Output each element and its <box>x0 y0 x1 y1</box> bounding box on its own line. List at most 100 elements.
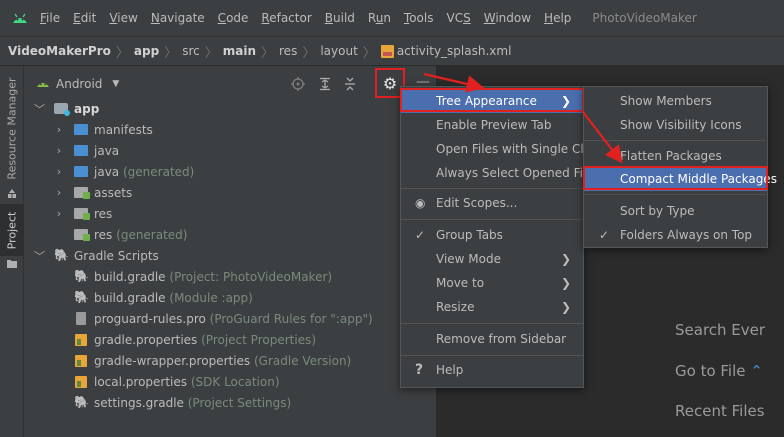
tree-item-app[interactable]: ﹀ app <box>24 98 436 119</box>
breadcrumb-separator: 〉 <box>115 45 129 61</box>
tree-item-hint: (generated) <box>116 227 188 242</box>
menu-item-label: Open Files with Single Click <box>436 142 601 156</box>
menu-item-move-to[interactable]: Move to ❯ <box>401 271 583 295</box>
tree-item-proguard[interactable]: proguard-rules.pro (ProGuard Rules for "… <box>24 308 436 329</box>
menu-item-label: Help <box>436 363 464 377</box>
menu-item-label: Folders Always on Top <box>620 228 753 242</box>
menu-code[interactable]: Code <box>218 11 249 25</box>
tree-item-label: Gradle Scripts <box>74 248 159 263</box>
tree-item-label-wrap: res (generated) <box>94 228 187 242</box>
breadcrumb-separator: 〉 <box>302 45 316 61</box>
menu-item-resize[interactable]: Resize ❯ <box>401 295 583 319</box>
menu-run[interactable]: Run <box>368 11 391 25</box>
module-folder-icon <box>54 103 70 116</box>
tree-item-label: settings.gradle <box>94 395 184 410</box>
menu-vcs[interactable]: VCS <box>447 11 471 25</box>
tree-item-build-gradle-module[interactable]: 🐘 build.gradle (Module :app) <box>24 287 436 308</box>
menu-item-help[interactable]: ? Help <box>401 358 583 382</box>
chevron-right-icon[interactable]: › <box>54 144 64 157</box>
tree-item-label: res <box>94 206 113 221</box>
chevron-down-icon[interactable]: ﹀ <box>34 101 45 117</box>
tree-item-local-properties[interactable]: local.properties (SDK Location) <box>24 371 436 392</box>
menu-separator <box>401 219 583 220</box>
menu-window[interactable]: Window <box>484 11 531 25</box>
tree-item-hint: (Project: PhotoVideoMaker) <box>169 269 333 284</box>
menu-item-open-single-click[interactable]: Open Files with Single Click <box>401 137 601 161</box>
tree-item-build-gradle-project[interactable]: 🐘 build.gradle (Project: PhotoVideoMaker… <box>24 266 436 287</box>
chevron-right-icon[interactable]: › <box>54 123 64 136</box>
project-view-selector[interactable]: Android <box>56 77 102 91</box>
chevron-down-icon[interactable]: ▼ <box>112 79 119 89</box>
gradle-icon: 🐘 <box>74 269 89 283</box>
tree-item-settings-gradle[interactable]: 🐘 settings.gradle (Project Settings) <box>24 392 436 413</box>
project-tab-label: Project <box>5 211 19 249</box>
window-project-name: PhotoVideoMaker <box>592 11 697 25</box>
tree-item-label-wrap: build.gradle (Module :app) <box>94 291 253 305</box>
tree-item-java-generated[interactable]: › java (generated) <box>24 161 436 182</box>
res-folder-icon <box>74 229 90 241</box>
tree-item-hint: (generated) <box>122 164 195 179</box>
menu-navigate[interactable]: Navigate <box>151 11 205 25</box>
tree-item-assets[interactable]: › assets <box>24 182 436 203</box>
menu-item-label: Resize <box>436 300 475 314</box>
chevron-right-icon[interactable]: › <box>54 207 64 220</box>
tree-item-gradle-wrapper[interactable]: gradle-wrapper.properties (Gradle Versio… <box>24 350 436 371</box>
menu-item-remove-from-sidebar[interactable]: Remove from Sidebar <box>401 327 583 351</box>
breadcrumb-item-file[interactable]: activity_splash.xml <box>397 44 512 58</box>
menu-refactor[interactable]: Refactor <box>261 11 311 25</box>
recent-files-hint: Recent Files <box>675 402 765 420</box>
expand-all-icon[interactable] <box>317 76 333 92</box>
res-folder-icon <box>74 208 90 220</box>
tree-item-res[interactable]: › res <box>24 203 436 224</box>
breadcrumb-item-layout[interactable]: layout <box>320 44 357 58</box>
tree-item-manifests[interactable]: › manifests <box>24 119 436 140</box>
tree-item-gradle-properties[interactable]: gradle.properties (Project Properties) <box>24 329 436 350</box>
breadcrumb-item-src[interactable]: src <box>182 44 200 58</box>
breadcrumb-item-project[interactable]: VideoMakerPro <box>8 44 111 58</box>
menu-item-label: Sort by Type <box>620 204 695 218</box>
shortcut-icon: ⌃ <box>750 362 763 380</box>
tree-item-label-wrap: proguard-rules.pro (ProGuard Rules for "… <box>94 312 373 326</box>
gradle-icon: 🐘 <box>74 395 89 409</box>
menu-edit[interactable]: Edit <box>73 11 96 25</box>
menu-item-label: Always Select Opened File <box>436 166 594 180</box>
menu-build[interactable]: Build <box>325 11 355 25</box>
menu-item-view-mode[interactable]: View Mode ❯ <box>401 247 583 271</box>
go-to-file-hint: Go to File ⌃ <box>675 362 763 380</box>
breadcrumb-item-app[interactable]: app <box>134 44 159 58</box>
menu-tools[interactable]: Tools <box>404 11 434 25</box>
menu-item-always-select-opened[interactable]: Always Select Opened File <box>401 161 594 185</box>
tree-item-java[interactable]: › java <box>24 140 436 161</box>
menu-item-group-tabs[interactable]: ✓ Group Tabs <box>401 223 583 247</box>
chevron-down-icon[interactable]: ﹀ <box>34 248 45 264</box>
menu-item-show-members[interactable]: Show Members <box>584 89 767 113</box>
menu-item-folders-always-on-top[interactable]: ✓ Folders Always on Top <box>584 223 767 247</box>
tree-item-label: build.gradle <box>94 290 166 305</box>
breadcrumb-item-main[interactable]: main <box>223 44 256 58</box>
tree-item-label: java <box>94 143 120 158</box>
menu-item-enable-preview-tab[interactable]: Enable Preview Tab <box>401 113 583 137</box>
menu-item-edit-scopes[interactable]: ◉ Edit Scopes... <box>401 191 583 215</box>
breadcrumb-item-res[interactable]: res <box>279 44 297 58</box>
menu-file[interactable]: File <box>40 11 60 25</box>
chevron-right-icon[interactable]: › <box>54 186 64 199</box>
menu-help[interactable]: Help <box>544 11 571 25</box>
properties-file-icon <box>75 375 87 388</box>
resource-manager-tab[interactable]: Resource Manager <box>0 70 24 186</box>
tree-item-label: java <box>94 164 120 179</box>
checkmark-icon: ✓ <box>415 228 426 242</box>
menu-item-flatten-packages[interactable]: Flatten Packages <box>584 144 767 168</box>
locate-file-icon[interactable] <box>290 76 306 92</box>
tree-item-gradle-scripts[interactable]: ﹀ 🐘 Gradle Scripts <box>24 245 436 266</box>
search-everywhere-hint: Search Ever <box>675 321 766 339</box>
menu-item-sort-by-type[interactable]: Sort by Type <box>584 199 767 223</box>
collapse-all-icon[interactable] <box>342 76 358 92</box>
project-tab[interactable]: Project <box>0 204 24 256</box>
tree-item-label: gradle.properties <box>94 332 198 347</box>
tree-item-res-generated[interactable]: res (generated) <box>24 224 436 245</box>
menu-view[interactable]: View <box>109 11 137 25</box>
menu-item-show-visibility-icons[interactable]: Show Visibility Icons <box>584 113 767 137</box>
chevron-right-icon: ❯ <box>560 252 571 266</box>
chevron-right-icon[interactable]: › <box>54 165 64 178</box>
tree-item-label-wrap: local.properties (SDK Location) <box>94 375 280 389</box>
